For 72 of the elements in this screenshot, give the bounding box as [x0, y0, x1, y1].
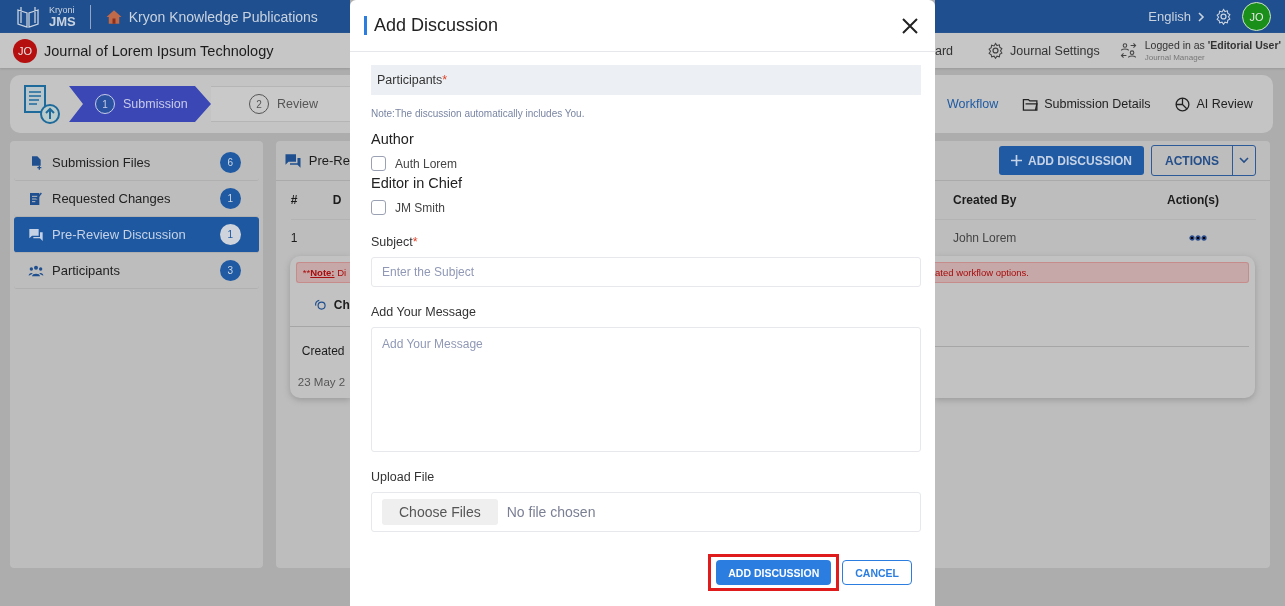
checkbox-label: JM Smith: [395, 200, 445, 215]
logo-subtitle: Kryoni: [49, 5, 76, 15]
section-title: Participants*: [377, 73, 448, 87]
edit-document-icon: [28, 190, 44, 207]
column-header: D: [332, 193, 342, 207]
language-selector[interactable]: English: [1148, 9, 1205, 24]
subject-field[interactable]: Enter the Subject: [371, 257, 921, 287]
file-field[interactable]: Choose Files No file chosen: [371, 492, 921, 532]
field-label: Add Your Message: [371, 305, 477, 319]
view-tab[interactable]: Workflow: [947, 97, 999, 111]
sidebar-item[interactable]: Submission Files 6: [14, 145, 259, 181]
more-button[interactable]: [1189, 235, 1207, 241]
nav-link[interactable]: Journal Settings: [987, 42, 1100, 59]
table-cell: 1: [290, 231, 298, 245]
tab-label[interactable]: Ch: [333, 298, 350, 312]
login-text: Logged in as 'Editorial User': [1144, 39, 1282, 51]
count-badge: 1: [219, 224, 241, 245]
close-icon: [901, 16, 919, 35]
panel-title: Pre-Re: [308, 153, 350, 168]
note-text: **Note: Di: [302, 267, 347, 278]
checkbox[interactable]: [371, 200, 386, 215]
cancel-button[interactable]: CANCEL: [842, 560, 912, 585]
column-header: Created By: [953, 193, 1018, 207]
step-tab[interactable]: 2 Review: [211, 86, 350, 122]
journal-avatar: JO: [13, 38, 37, 63]
actions-dropdown[interactable]: ACTIONS: [1151, 145, 1256, 176]
file-status: No file chosen: [506, 504, 596, 520]
group-title: Author: [371, 131, 415, 147]
user-switch-icon: [1119, 42, 1137, 59]
choose-files-button[interactable]: Choose Files: [382, 499, 498, 525]
plus-icon: [1011, 155, 1022, 166]
chat-bubble-icon: [313, 298, 328, 312]
more-icon: [1189, 235, 1207, 241]
table-cell-text: John Lorem: [953, 231, 1018, 245]
note-text: ated workflow options.: [935, 267, 1029, 278]
chat-icon: [28, 226, 44, 243]
chevron-right-icon: [1197, 11, 1205, 22]
logo-title: JMS: [49, 14, 76, 28]
caret-icon: [1239, 157, 1249, 164]
column-header: #: [290, 193, 299, 207]
view-tab[interactable]: Submission Details: [1022, 95, 1151, 113]
checkbox-label: Auth Lorem: [395, 156, 458, 171]
dialog-title: Add Discussion: [374, 15, 500, 36]
sidebar-item[interactable]: Pre-Review Discussion 1: [14, 217, 259, 253]
add-discussion-button[interactable]: ADD DISCUSSION: [716, 560, 832, 585]
nav-link[interactable]: ard: [935, 43, 954, 58]
pie-chart-icon: [1174, 95, 1192, 113]
step-tab[interactable]: 1 Submission: [69, 86, 211, 122]
view-tab[interactable]: AI Review: [1174, 95, 1253, 113]
count-badge: 1: [219, 188, 241, 209]
settings-icon: [1215, 8, 1232, 25]
settings-icon: [987, 42, 1005, 59]
count-badge: 6: [219, 152, 241, 173]
field-label: Upload File: [371, 470, 436, 484]
role-text: Journal Manager: [1144, 53, 1206, 62]
user-avatar[interactable]: JO: [1242, 2, 1271, 31]
count-badge: 3: [219, 260, 241, 281]
note-text: Note:The discussion automatically includes You.: [371, 108, 586, 119]
sidebar-item[interactable]: Participants 3: [14, 253, 259, 289]
chat-icon: [283, 151, 302, 170]
field-label: Subject*: [371, 235, 419, 249]
document-upload-icon: [22, 82, 62, 126]
publisher-name[interactable]: Kryon Knowledge Publications: [128, 8, 318, 25]
checkbox[interactable]: [371, 156, 386, 171]
group-title: Editor in Chief: [371, 175, 464, 191]
column-header: Action(s): [1167, 193, 1219, 207]
actions-button[interactable]: ACTIONS: [1152, 146, 1233, 175]
date-text: 23 May 2: [297, 376, 347, 388]
journal-title: Journal of Lorem Ipsum Technology: [44, 42, 274, 59]
message-field[interactable]: Add Your Message: [371, 327, 921, 452]
add-discussion-button[interactable]: ADD DISCUSSION: [999, 146, 1144, 175]
created-label: Created: [301, 344, 346, 358]
